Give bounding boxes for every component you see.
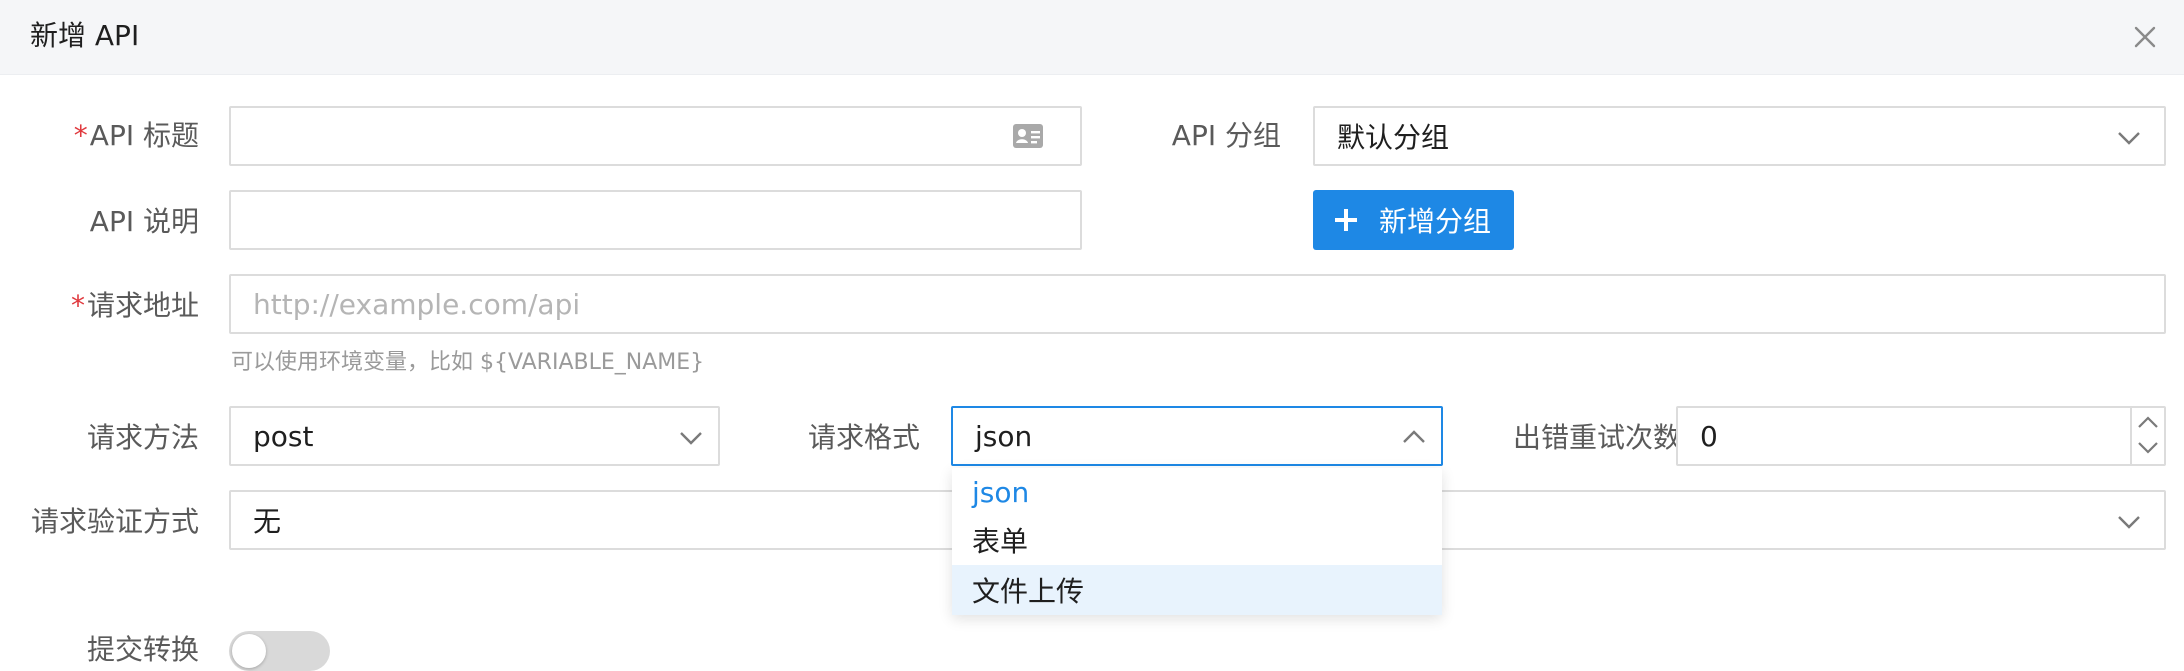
id-card-icon xyxy=(1013,124,1043,148)
submit-convert-label: 提交转换 xyxy=(86,633,199,666)
stepper xyxy=(2130,408,2164,464)
request-url-label: *请求地址 xyxy=(70,289,199,322)
request-format-label: 请求格式 xyxy=(807,421,920,454)
dialog-header: 新增 API xyxy=(0,0,2184,75)
chevron-down-icon xyxy=(680,432,702,445)
request-method-select[interactable]: post xyxy=(229,406,720,466)
option-form[interactable]: 表单 xyxy=(952,516,1442,564)
stepper-up-icon[interactable] xyxy=(2136,414,2160,430)
request-format-dropdown: json 表单 文件上传 xyxy=(952,468,1442,615)
option-file-upload[interactable]: 文件上传 xyxy=(952,565,1442,615)
add-group-button[interactable]: 新增分组 xyxy=(1313,190,1514,250)
option-json[interactable]: json xyxy=(952,468,1442,516)
api-title-label: *API 标题 xyxy=(73,119,199,152)
api-title-input[interactable] xyxy=(229,106,1082,166)
auth-method-label: 请求验证方式 xyxy=(30,505,199,538)
api-desc-label: API 说明 xyxy=(89,205,199,238)
chevron-down-icon xyxy=(2118,516,2140,529)
chevron-down-icon xyxy=(2118,132,2140,145)
toggle-knob xyxy=(232,634,266,668)
close-icon[interactable] xyxy=(2128,20,2162,54)
api-group-select[interactable]: 默认分组 xyxy=(1313,106,2166,166)
request-format-select[interactable]: json xyxy=(951,406,1443,466)
stepper-down-icon[interactable] xyxy=(2136,440,2160,456)
retry-count-label: 出错重试次数 xyxy=(1512,421,1681,454)
request-url-hint: 可以使用环境变量，比如 ${VARIABLE_NAME} xyxy=(231,350,705,375)
api-desc-input[interactable] xyxy=(229,190,1082,250)
request-method-label: 请求方法 xyxy=(86,421,199,454)
api-group-label: API 分组 xyxy=(1171,119,1281,152)
request-url-input[interactable]: http://example.com/api xyxy=(229,274,2166,334)
plus-icon xyxy=(1335,209,1357,231)
retry-count-input[interactable]: 0 xyxy=(1676,406,2166,466)
submit-convert-toggle[interactable] xyxy=(229,631,330,671)
chevron-up-icon xyxy=(1403,430,1425,443)
dialog-title: 新增 API xyxy=(30,19,140,52)
